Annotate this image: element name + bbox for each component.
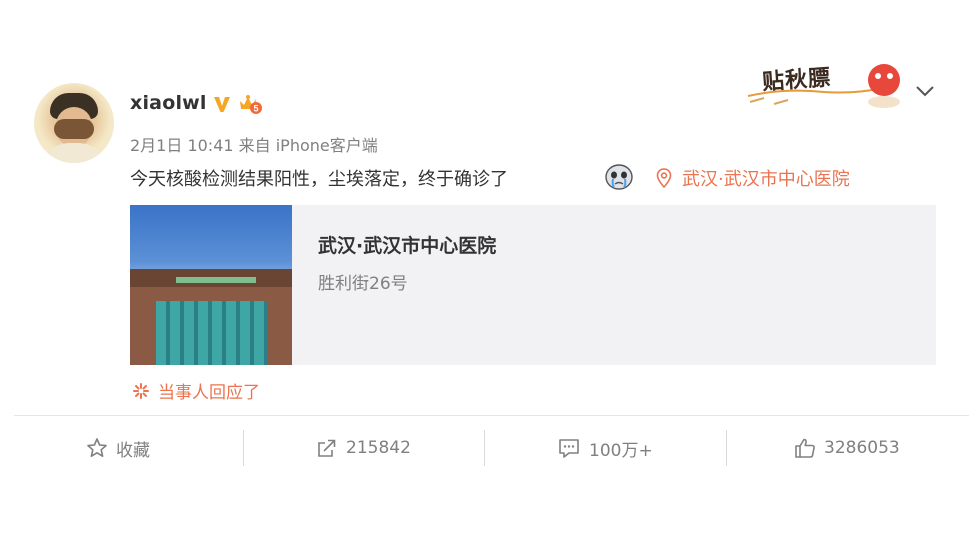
location-tag-link[interactable]: 武汉·武汉市中心医院 — [656, 165, 850, 191]
username-link[interactable]: xiaolwl — [130, 92, 207, 114]
avatar-hands — [54, 119, 94, 139]
photo-glass-facade — [156, 301, 268, 365]
comment-icon — [559, 439, 579, 458]
repost-count: 215842 — [346, 438, 411, 458]
asterisk-icon — [133, 382, 149, 399]
post-content-text: 今天核酸检测结果阳性，尘埃落定，终于确诊了 — [130, 169, 508, 190]
like-button[interactable]: 3286053 — [794, 430, 900, 466]
action-separator — [484, 430, 485, 466]
action-separator — [243, 430, 244, 466]
repost-icon — [318, 439, 336, 457]
photo-hospital-sign — [176, 277, 256, 283]
favorite-button[interactable]: 收藏 — [86, 430, 150, 466]
location-pin-icon — [656, 168, 672, 188]
action-bar: 收藏 215842 100万+ 3286053 — [0, 430, 976, 466]
location-card-address: 胜利街26号 — [318, 274, 408, 294]
hospital-photo — [130, 205, 292, 365]
user-avatar[interactable] — [34, 83, 114, 163]
party-responded-link[interactable]: 当事人回应了 — [132, 378, 260, 403]
action-bar-divider — [14, 415, 969, 416]
chevron-down-icon[interactable] — [914, 84, 936, 98]
crying-face-emoji-icon — [605, 164, 633, 190]
sticker-text: 贴秋膘 — [761, 65, 832, 96]
post-timestamp-source[interactable]: 2月1日 10:41 来自 iPhone客户端 — [130, 132, 378, 156]
vip-crown-icon[interactable]: 5 — [237, 92, 263, 116]
location-card[interactable]: 武汉·武汉市中心医院 胜利街26号 — [130, 205, 936, 365]
party-responded-text: 当事人回应了 — [158, 383, 260, 403]
favorite-label: 收藏 — [116, 440, 150, 461]
comment-button[interactable]: 100万+ — [557, 430, 653, 466]
location-card-title: 武汉·武汉市中心医院 — [318, 235, 497, 257]
svg-text:5: 5 — [253, 104, 258, 114]
verified-v-icon[interactable] — [212, 94, 232, 114]
star-icon — [87, 438, 107, 457]
location-tag-text: 武汉·武汉市中心医院 — [682, 169, 850, 190]
weibo-post-card: xiaolwl 5 2月1日 10:41 来自 iPhone客户端 今天核酸检测… — [0, 0, 976, 549]
action-separator — [726, 430, 727, 466]
comment-count: 100万+ — [589, 440, 653, 461]
repost-button[interactable]: 215842 — [316, 430, 411, 466]
avatar-shirt — [40, 143, 108, 163]
like-count: 3286053 — [824, 438, 900, 458]
thumbs-up-icon — [795, 438, 815, 458]
